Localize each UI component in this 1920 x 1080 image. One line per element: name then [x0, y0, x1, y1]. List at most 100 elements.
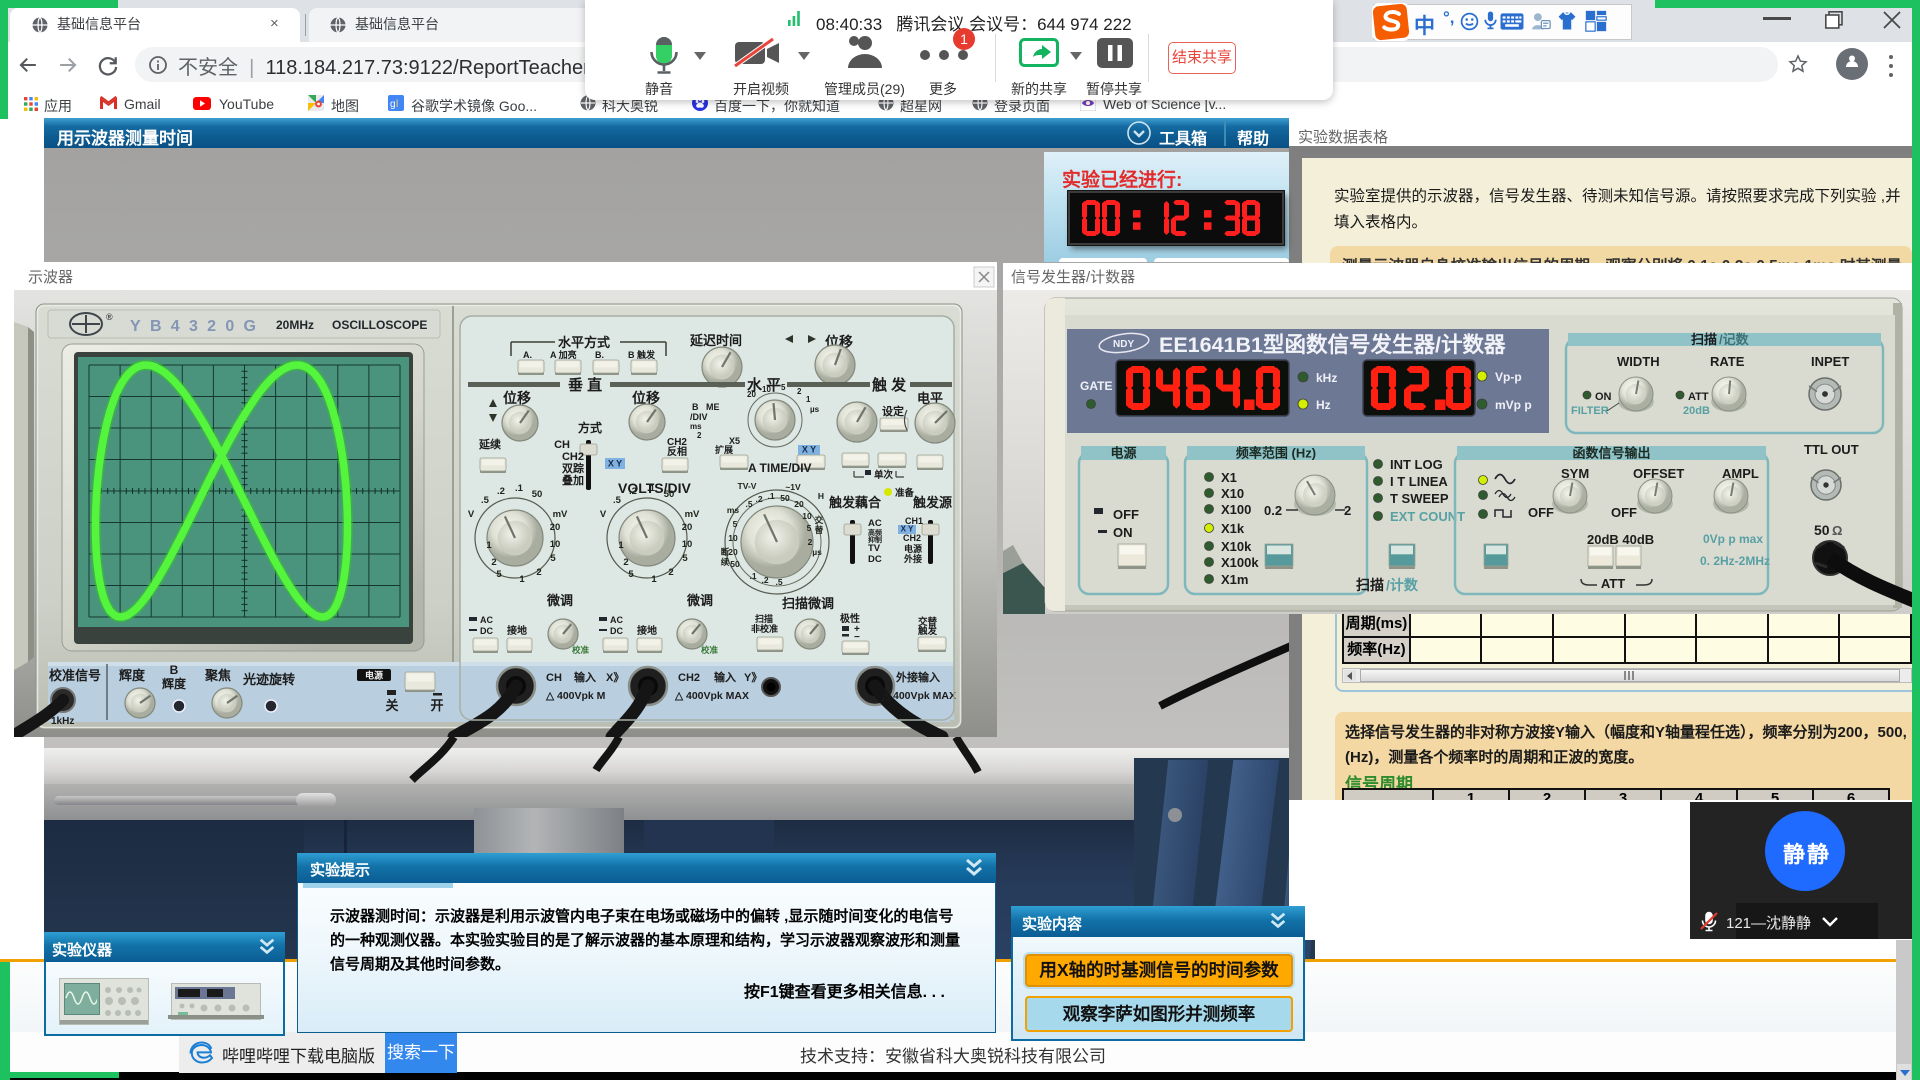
- svg-text:2: 2: [1344, 503, 1351, 518]
- svg-text:B 触发: B 触发: [628, 349, 656, 360]
- svg-text:10: 10: [728, 533, 738, 543]
- svg-text:OFF: OFF: [1528, 505, 1554, 520]
- svg-text:Vp-p: Vp-p: [1495, 370, 1522, 384]
- svg-text:扫描: 扫描: [1356, 577, 1384, 593]
- svg-text:OFF: OFF: [1113, 507, 1139, 522]
- svg-text:X》: X》: [606, 671, 624, 684]
- svg-text:50: 50: [780, 493, 790, 503]
- svg-text:X10k: X10k: [1221, 539, 1252, 554]
- svg-text:触发藕合: 触发藕合: [828, 495, 882, 510]
- svg-text:.2: .2: [629, 486, 637, 497]
- svg-text:SYM: SYM: [1561, 466, 1589, 481]
- svg-text:5: 5: [550, 553, 556, 564]
- svg-text:.1: .1: [515, 483, 524, 494]
- svg-text:X100k: X100k: [1221, 555, 1259, 570]
- svg-text:OFFSET: OFFSET: [1633, 466, 1684, 481]
- svg-text:20MHz: 20MHz: [276, 318, 314, 332]
- svg-text:A.: A.: [523, 350, 532, 360]
- svg-text:单次: 单次: [874, 469, 894, 481]
- svg-text:WIDTH: WIDTH: [1617, 354, 1660, 369]
- svg-text:CH: CH: [554, 439, 570, 451]
- svg-text:/DIV: /DIV: [690, 412, 708, 422]
- svg-text:扩展: 扩展: [715, 444, 733, 455]
- svg-text:0Vp p max: 0Vp p max: [1703, 532, 1763, 546]
- svg-text:20: 20: [747, 390, 756, 399]
- svg-text:5: 5: [496, 569, 502, 580]
- svg-text:1: 1: [806, 395, 811, 404]
- svg-text:X1m: X1m: [1221, 572, 1248, 587]
- svg-text:INPET: INPET: [1811, 354, 1849, 369]
- svg-text:CH2: CH2: [903, 533, 921, 543]
- svg-text:V: V: [468, 509, 475, 520]
- svg-text:CH2: CH2: [678, 672, 700, 684]
- svg-text:水平方式: 水平方式: [558, 335, 610, 350]
- svg-text:校准: 校准: [701, 645, 719, 655]
- svg-text:1: 1: [486, 540, 492, 551]
- svg-text:ATT: ATT: [1688, 391, 1709, 403]
- svg-text:叠加: 叠加: [562, 473, 584, 487]
- svg-text:电源: 电源: [904, 543, 922, 554]
- svg-text:外接: 外接: [903, 553, 922, 564]
- svg-text:.5: .5: [613, 495, 622, 506]
- svg-text:2: 2: [536, 567, 541, 578]
- svg-text:外接输入: 外接输入: [895, 670, 940, 684]
- svg-text:X Y: X Y: [608, 459, 622, 469]
- svg-text:A TIME/DIV: A TIME/DIV: [748, 461, 812, 475]
- svg-text:AMPL: AMPL: [1722, 466, 1759, 481]
- svg-text:OFF: OFF: [1611, 505, 1637, 520]
- svg-text:微调: 微调: [686, 593, 713, 608]
- svg-text:高频: 高频: [868, 528, 882, 537]
- svg-text:光迹旋转: 光迹旋转: [242, 672, 295, 687]
- svg-text:扫描微调: 扫描微调: [782, 596, 834, 611]
- svg-text:.1: .1: [749, 571, 756, 581]
- svg-text:交: 交: [815, 515, 824, 525]
- svg-text:CH: CH: [546, 672, 562, 684]
- svg-text:20: 20: [794, 499, 804, 509]
- svg-text:1: 1: [651, 574, 657, 585]
- svg-text:2: 2: [623, 557, 628, 568]
- svg-text:mVp p: mVp p: [1495, 398, 1532, 412]
- svg-text:触 发: 触 发: [872, 376, 907, 394]
- svg-text:△ 400Vpk MAX: △ 400Vpk MAX: [881, 690, 956, 702]
- svg-text:ON: ON: [1113, 525, 1133, 540]
- svg-text:X Y: X Y: [802, 445, 816, 455]
- svg-text:TTL OUT: TTL OUT: [1804, 442, 1859, 457]
- svg-text:50: 50: [664, 489, 675, 500]
- svg-text:垂 直: 垂 直: [568, 376, 602, 394]
- svg-text:5: 5: [733, 519, 738, 529]
- svg-text:延续: 延续: [478, 437, 501, 451]
- svg-text:触发: 触发: [917, 625, 938, 637]
- svg-text:Y》: Y》: [744, 671, 762, 684]
- svg-text:kHz: kHz: [1316, 371, 1337, 385]
- svg-text:接地: 接地: [637, 624, 657, 637]
- svg-text:2: 2: [697, 431, 702, 440]
- svg-text:聚焦: 聚焦: [204, 668, 231, 683]
- svg-text:RATE: RATE: [1710, 354, 1745, 369]
- svg-text:TV-V: TV-V: [738, 481, 757, 491]
- svg-text:50: 50: [1814, 522, 1830, 538]
- svg-text:AC: AC: [868, 518, 882, 529]
- svg-text:10: 10: [762, 385, 771, 394]
- svg-text:断: 断: [721, 547, 730, 557]
- svg-text:ms: ms: [727, 505, 740, 515]
- svg-text:5: 5: [781, 383, 786, 392]
- svg-text:关: 关: [385, 698, 398, 713]
- svg-text:TV: TV: [868, 543, 881, 554]
- svg-text:®: ®: [106, 312, 113, 322]
- svg-text:准备: 准备: [895, 487, 915, 499]
- svg-text:B: B: [692, 402, 699, 412]
- svg-text:/记数: /记数: [1719, 332, 1750, 347]
- svg-text:续: 续: [721, 557, 730, 567]
- svg-text:FILTER: FILTER: [1571, 405, 1609, 417]
- svg-text:△ 400Vpk M: △ 400Vpk M: [545, 690, 606, 702]
- svg-text:输入: 输入: [714, 670, 736, 684]
- svg-text:X10: X10: [1221, 486, 1244, 501]
- svg-text:延迟时间: 延迟时间: [689, 333, 742, 348]
- svg-text:V: V: [600, 509, 607, 520]
- svg-text:20dB 40dB: 20dB 40dB: [1587, 532, 1654, 547]
- svg-text:l: l: [396, 99, 398, 110]
- svg-text:设定: 设定: [882, 404, 904, 418]
- svg-text:Ω: Ω: [1832, 523, 1842, 538]
- svg-text:.5: .5: [745, 499, 752, 509]
- svg-text:扫描: 扫描: [755, 613, 773, 624]
